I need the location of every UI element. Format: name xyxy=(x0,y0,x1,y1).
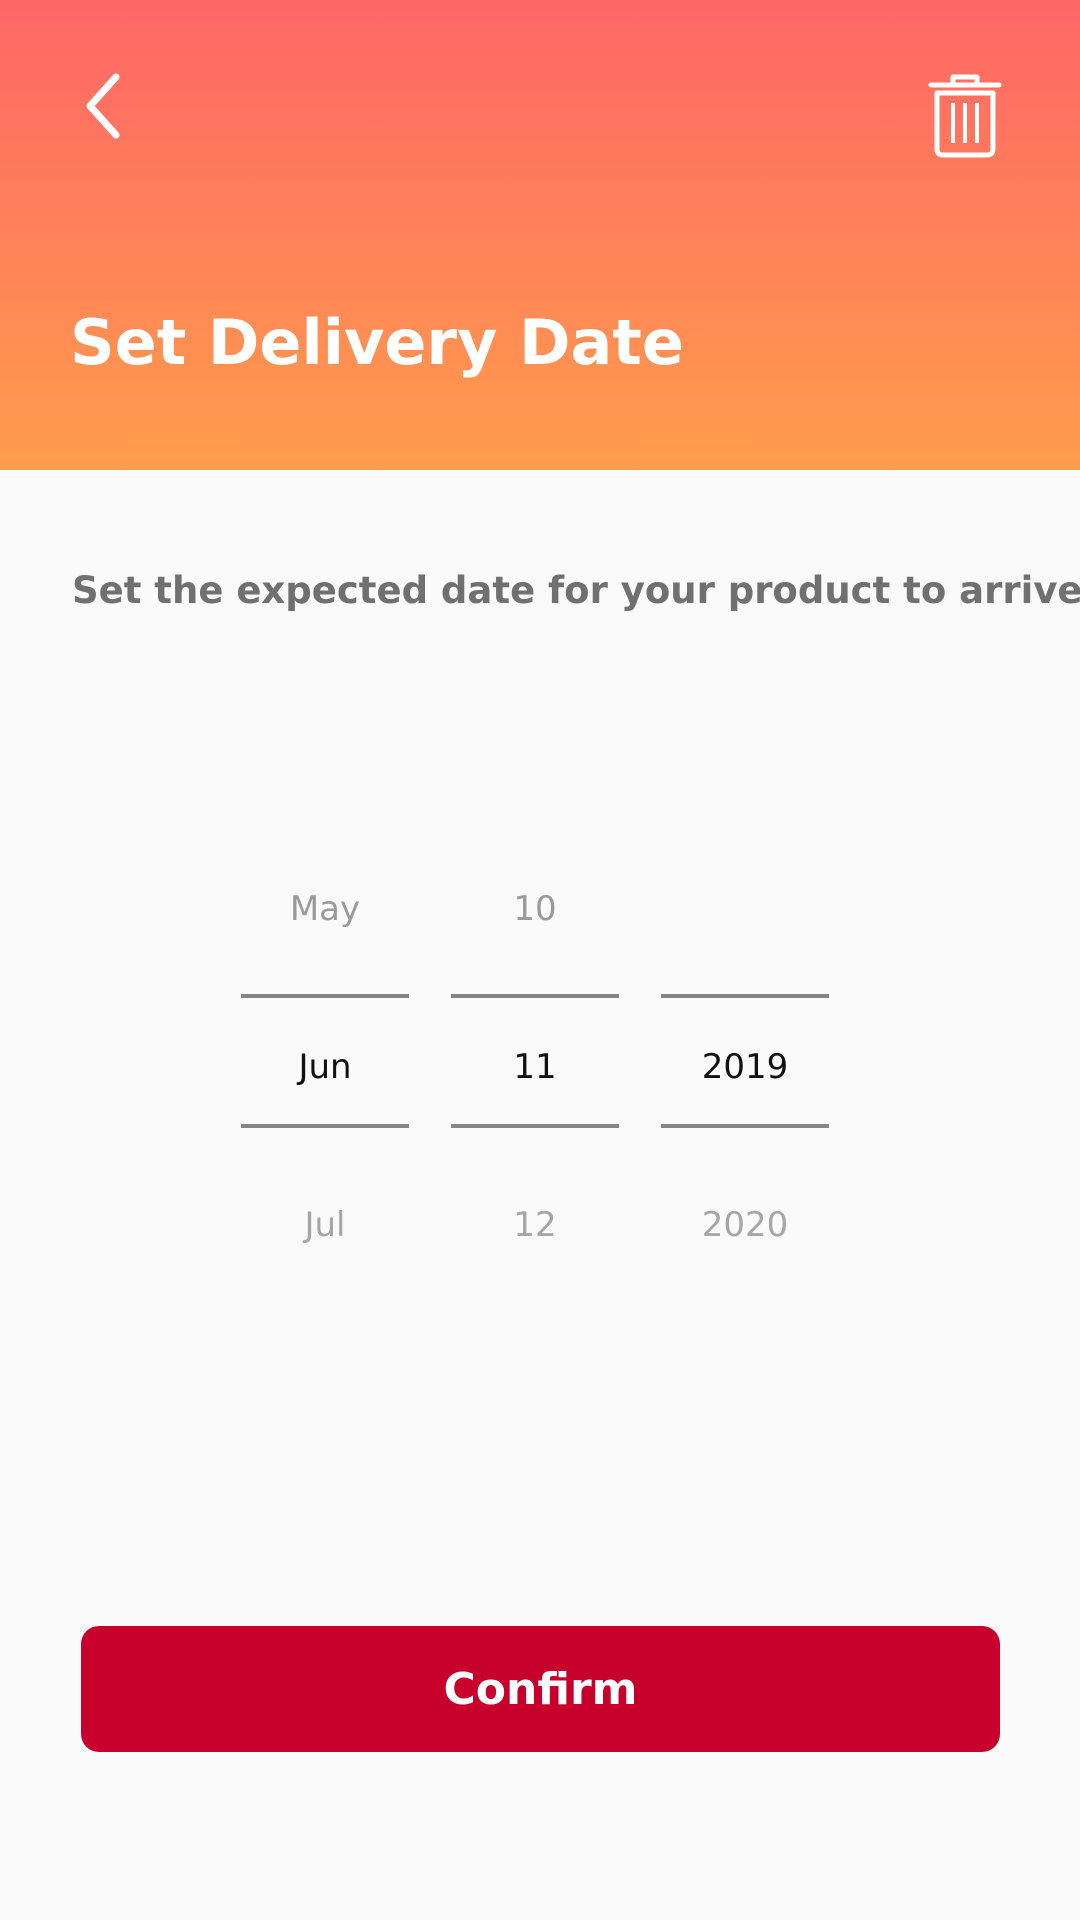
page-title: Set Delivery Date xyxy=(70,306,684,379)
delete-button[interactable] xyxy=(920,66,1010,166)
app-header: Set Delivery Date xyxy=(0,0,1080,470)
day-picker[interactable]: 10 11 12 xyxy=(451,850,619,1250)
instruction-text: Set the expected date for your product t… xyxy=(72,569,1080,612)
selection-divider-bottom xyxy=(661,1124,829,1128)
confirm-button[interactable]: Confirm xyxy=(81,1626,1000,1752)
year-picker[interactable]: 2019 2020 xyxy=(661,850,829,1250)
day-option-selected[interactable]: 11 xyxy=(451,1050,619,1084)
selection-divider-bottom xyxy=(451,1124,619,1128)
selection-divider-bottom xyxy=(241,1124,409,1128)
selection-divider-top xyxy=(451,994,619,998)
month-picker[interactable]: May Jun Jul xyxy=(241,850,409,1250)
chevron-left-icon xyxy=(86,73,120,139)
month-option-next[interactable]: Jul xyxy=(241,1208,409,1242)
selection-divider-top xyxy=(661,994,829,998)
year-option-next[interactable]: 2020 xyxy=(661,1208,829,1242)
day-option-next[interactable]: 12 xyxy=(451,1208,619,1242)
month-option-selected[interactable]: Jun xyxy=(241,1050,409,1084)
selection-divider-top xyxy=(241,994,409,998)
trash-icon xyxy=(928,74,1002,158)
day-option-previous[interactable]: 10 xyxy=(451,892,619,926)
year-option-selected[interactable]: 2019 xyxy=(661,1050,829,1084)
month-option-previous[interactable]: May xyxy=(241,892,409,926)
back-button[interactable] xyxy=(68,66,138,146)
